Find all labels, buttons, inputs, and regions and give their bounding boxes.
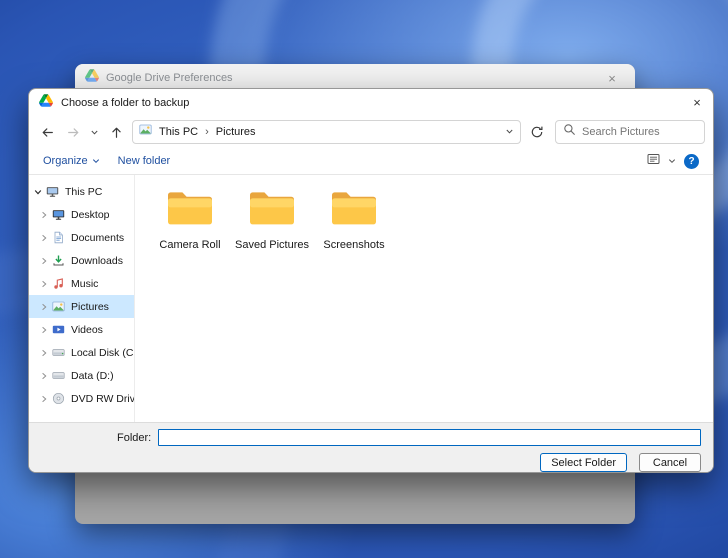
chevron-collapsed-icon[interactable]: [40, 280, 49, 288]
music-icon: [52, 277, 66, 290]
chevron-expanded-icon[interactable]: [34, 188, 43, 196]
sidebar-item-label: Videos: [71, 324, 103, 336]
folder-tile-screenshots[interactable]: Screenshots: [315, 185, 393, 251]
sidebar-item-documents[interactable]: Documents: [29, 226, 134, 249]
google-drive-icon: [85, 69, 99, 87]
dialog-body: This PC Desktop Documents Downloads: [29, 175, 713, 422]
choose-folder-dialog: Choose a folder to backup × This PC ›: [28, 88, 714, 473]
navigation-toolbar: This PC › Pictures: [29, 116, 713, 148]
folder-name: Saved Pictures: [235, 239, 309, 251]
sidebar-item-label: Downloads: [71, 255, 123, 267]
organize-label: Organize: [43, 155, 88, 167]
back-button[interactable]: [35, 120, 59, 144]
navigation-pane: This PC Desktop Documents Downloads: [29, 175, 135, 422]
command-bar-right: ?: [647, 152, 699, 170]
change-view-button[interactable]: [647, 152, 660, 170]
chevron-collapsed-icon[interactable]: [40, 234, 49, 242]
view-dropdown-chevron-icon[interactable]: [668, 152, 676, 170]
organize-button[interactable]: Organize: [43, 155, 100, 167]
folder-icon: [330, 189, 378, 231]
chevron-collapsed-icon[interactable]: [40, 303, 49, 311]
chevron-collapsed-icon[interactable]: [40, 326, 49, 334]
select-folder-button[interactable]: Select Folder: [540, 453, 627, 472]
chevron-down-icon: [92, 157, 100, 165]
dialog-titlebar[interactable]: Choose a folder to backup ×: [29, 89, 713, 116]
disk-drive-icon: [52, 369, 66, 382]
sidebar-item-videos[interactable]: Videos: [29, 318, 134, 341]
dialog-title: Choose a folder to backup: [61, 97, 189, 109]
address-dropdown-chevron-icon[interactable]: [505, 123, 514, 141]
this-pc-icon: [46, 185, 60, 198]
sidebar-item-label: This PC: [65, 186, 102, 198]
sidebar-item-pictures[interactable]: Pictures: [29, 295, 134, 318]
search-icon: [563, 123, 576, 141]
pictures-icon: [52, 300, 66, 313]
sidebar-item-label: Music: [71, 278, 98, 290]
desktop-icon: [52, 208, 66, 221]
folder-tile-saved-pictures[interactable]: Saved Pictures: [233, 185, 311, 251]
help-button[interactable]: ?: [684, 154, 699, 169]
command-bar: Organize New folder ?: [29, 148, 713, 175]
close-icon[interactable]: ×: [599, 71, 625, 86]
cancel-button[interactable]: Cancel: [639, 453, 701, 472]
sidebar-item-local-disk-c[interactable]: Local Disk (C:): [29, 341, 134, 364]
sidebar-item-label: Pictures: [71, 301, 109, 313]
search-input[interactable]: [582, 126, 697, 138]
chevron-collapsed-icon[interactable]: [40, 395, 49, 403]
sidebar-item-label: DVD RW Drive (: [71, 393, 134, 405]
sidebar-item-data-d[interactable]: Data (D:): [29, 364, 134, 387]
chevron-collapsed-icon[interactable]: [40, 372, 49, 380]
chevron-collapsed-icon[interactable]: [40, 211, 49, 219]
dialog-close-button[interactable]: ×: [681, 89, 713, 116]
folder-name: Screenshots: [323, 239, 384, 251]
file-list: Camera Roll Saved Pictures Screenshots: [135, 175, 713, 422]
refresh-button[interactable]: [525, 120, 549, 144]
breadcrumb-separator: ›: [205, 126, 209, 138]
folder-field-label: Folder:: [117, 432, 151, 444]
background-window-title: Google Drive Preferences: [106, 72, 233, 84]
folder-icon: [166, 189, 214, 231]
sidebar-item-label: Data (D:): [71, 370, 114, 382]
recent-locations-dropdown[interactable]: [87, 120, 102, 144]
new-folder-label: New folder: [118, 155, 171, 167]
desktop: Google Drive Preferences × Choose a fold…: [0, 0, 728, 558]
folder-tile-camera-roll[interactable]: Camera Roll: [151, 185, 229, 251]
dvd-drive-icon: [52, 392, 66, 405]
folder-icon: [248, 189, 296, 231]
up-button[interactable]: [104, 120, 128, 144]
folder-name: Camera Roll: [159, 239, 220, 251]
breadcrumb-item-pictures[interactable]: Pictures: [214, 126, 258, 138]
downloads-icon: [52, 254, 66, 267]
google-drive-icon: [39, 94, 53, 112]
chevron-collapsed-icon[interactable]: [40, 349, 49, 357]
disk-drive-icon: [52, 346, 66, 359]
dialog-footer: Folder: Select Folder Cancel: [29, 422, 713, 472]
folder-name-input[interactable]: [158, 429, 701, 446]
sidebar-item-dvd-drive[interactable]: DVD RW Drive (: [29, 387, 134, 410]
sidebar-item-this-pc[interactable]: This PC: [29, 180, 134, 203]
sidebar-item-label: Local Disk (C:): [71, 347, 134, 359]
address-bar[interactable]: This PC › Pictures: [132, 120, 521, 144]
sidebar-item-label: Desktop: [71, 209, 110, 221]
videos-icon: [52, 323, 66, 336]
sidebar-item-downloads[interactable]: Downloads: [29, 249, 134, 272]
pictures-icon: [139, 123, 152, 141]
documents-icon: [52, 231, 66, 244]
sidebar-item-music[interactable]: Music: [29, 272, 134, 295]
search-box[interactable]: [555, 120, 705, 144]
sidebar-item-desktop[interactable]: Desktop: [29, 203, 134, 226]
new-folder-button[interactable]: New folder: [118, 155, 171, 167]
chevron-collapsed-icon[interactable]: [40, 257, 49, 265]
breadcrumb-item-this-pc[interactable]: This PC: [157, 126, 200, 138]
sidebar-item-label: Documents: [71, 232, 124, 244]
forward-button[interactable]: [61, 120, 85, 144]
